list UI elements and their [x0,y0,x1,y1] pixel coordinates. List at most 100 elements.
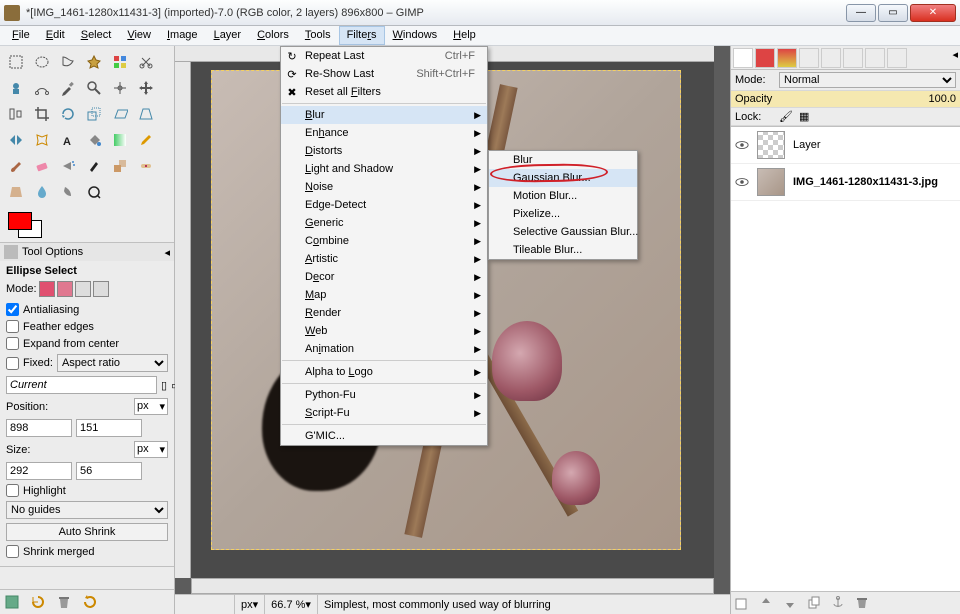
tool-move[interactable] [134,76,158,100]
filters-reset[interactable]: ✖Reset all Filters [281,83,487,101]
tool-free-select[interactable] [56,50,80,74]
tab-channels[interactable] [755,48,775,68]
tool-ink[interactable] [82,154,106,178]
blur-blur[interactable]: Blur [489,151,637,169]
blur-gaussian[interactable]: Gaussian Blur... [489,169,637,187]
menu-select[interactable]: Select [73,26,120,45]
filters-edge-detect[interactable]: Edge-Detect▶ [281,196,487,214]
tool-smudge[interactable] [56,180,80,204]
tab-brush[interactable] [821,48,841,68]
menu-layer[interactable]: Layer [206,26,250,45]
new-layer-icon[interactable] [735,596,749,610]
tool-shear[interactable] [108,102,132,126]
tool-rotate[interactable] [56,102,80,126]
layer-name[interactable]: IMG_1461-1280x11431-3.jpg [793,176,938,188]
tool-zoom[interactable] [82,76,106,100]
close-button[interactable]: ✕ [910,4,956,22]
tool-rect-select[interactable] [4,50,28,74]
status-unit[interactable]: px ▾ [235,595,265,614]
filters-enhance[interactable]: Enhance▶ [281,124,487,142]
menu-tools[interactable]: Tools [297,26,339,45]
filters-map[interactable]: Map▶ [281,286,487,304]
filters-web[interactable]: Web▶ [281,322,487,340]
lock-alpha-icon[interactable]: ▦ [799,110,809,123]
mode-add[interactable] [57,281,73,297]
size-w-input[interactable] [6,462,72,480]
tool-paths[interactable] [30,76,54,100]
tab-layers[interactable] [733,48,753,68]
tab-undo[interactable] [799,48,819,68]
tool-ellipse-select[interactable] [30,50,54,74]
menu-colors[interactable]: Colors [249,26,297,45]
filters-decor[interactable]: Decor▶ [281,268,487,286]
expand-checkbox[interactable] [6,337,19,350]
tool-perspective[interactable] [134,102,158,126]
delete-layer-icon[interactable] [855,596,869,610]
portrait-icon[interactable]: ▯ [161,379,167,392]
filters-combine[interactable]: Combine▶ [281,232,487,250]
tool-scale[interactable] [82,102,106,126]
filters-animation[interactable]: Animation▶ [281,340,487,358]
panel-menu-icon[interactable]: ◂ [164,246,170,259]
menu-windows[interactable]: Windows [385,26,446,45]
visibility-icon[interactable] [735,140,749,150]
blur-motion[interactable]: Motion Blur... [489,187,637,205]
size-h-input[interactable] [76,462,142,480]
tool-crop[interactable] [30,102,54,126]
filters-artistic[interactable]: Artistic▶ [281,250,487,268]
pos-y-input[interactable] [76,419,142,437]
tool-color-picker[interactable] [56,76,80,100]
filters-render[interactable]: Render▶ [281,304,487,322]
tool-eraser[interactable] [30,154,54,178]
menu-help[interactable]: Help [445,26,484,45]
size-unit[interactable]: px▾ [134,441,168,458]
mode-replace[interactable] [39,281,55,297]
pos-unit[interactable]: px▾ [134,398,168,415]
lower-layer-icon[interactable] [783,596,797,610]
highlight-checkbox[interactable] [6,484,19,497]
tool-airbrush[interactable] [56,154,80,178]
tool-align[interactable] [4,102,28,126]
guides-select[interactable]: No guides [6,501,168,519]
filters-noise[interactable]: Noise▶ [281,178,487,196]
blur-tileable[interactable]: Tileable Blur... [489,241,637,259]
mode-intersect[interactable] [93,281,109,297]
tool-perspective-clone[interactable] [4,180,28,204]
delete-options-icon[interactable] [56,594,72,610]
feather-checkbox[interactable] [6,320,19,333]
layer-name[interactable]: Layer [793,139,821,151]
filters-script-fu[interactable]: Script-Fu▶ [281,404,487,422]
tab-patterns[interactable] [865,48,885,68]
tool-color-select[interactable] [108,50,132,74]
antialias-checkbox[interactable] [6,303,19,316]
filters-distorts[interactable]: Distorts▶ [281,142,487,160]
tab-text[interactable] [843,48,863,68]
panel-menu-icon[interactable]: ◂ [952,48,958,67]
mode-subtract[interactable] [75,281,91,297]
tool-paintbrush[interactable] [4,154,28,178]
filters-gmic[interactable]: G'MIC... [281,427,487,445]
tool-pencil[interactable] [134,128,158,152]
maximize-button[interactable]: ▭ [878,4,908,22]
menu-filters[interactable]: Filters [339,26,385,45]
anchor-layer-icon[interactable] [831,596,845,610]
tool-scissors[interactable] [134,50,158,74]
opacity-value[interactable]: 100.0 [924,93,956,105]
menu-edit[interactable]: Edit [38,26,73,45]
filters-alpha-to-logo[interactable]: Alpha to Logo▶ [281,363,487,381]
tool-heal[interactable] [134,154,158,178]
lock-pixels-icon[interactable]: 🖌 [779,110,793,123]
color-swatch[interactable] [8,212,42,238]
tool-cage[interactable] [30,128,54,152]
tool-foreground-select[interactable] [4,76,28,100]
tab-paths[interactable] [777,48,797,68]
tool-text[interactable]: A [56,128,80,152]
tab-gradients[interactable] [887,48,907,68]
tool-fuzzy-select[interactable] [82,50,106,74]
tool-measure[interactable] [108,76,132,100]
status-zoom[interactable]: 66.7 % ▾ [265,595,318,614]
blend-mode-select[interactable]: Normal [779,72,956,88]
reset-options-icon[interactable] [82,594,98,610]
pos-x-input[interactable] [6,419,72,437]
save-options-icon[interactable] [4,594,20,610]
